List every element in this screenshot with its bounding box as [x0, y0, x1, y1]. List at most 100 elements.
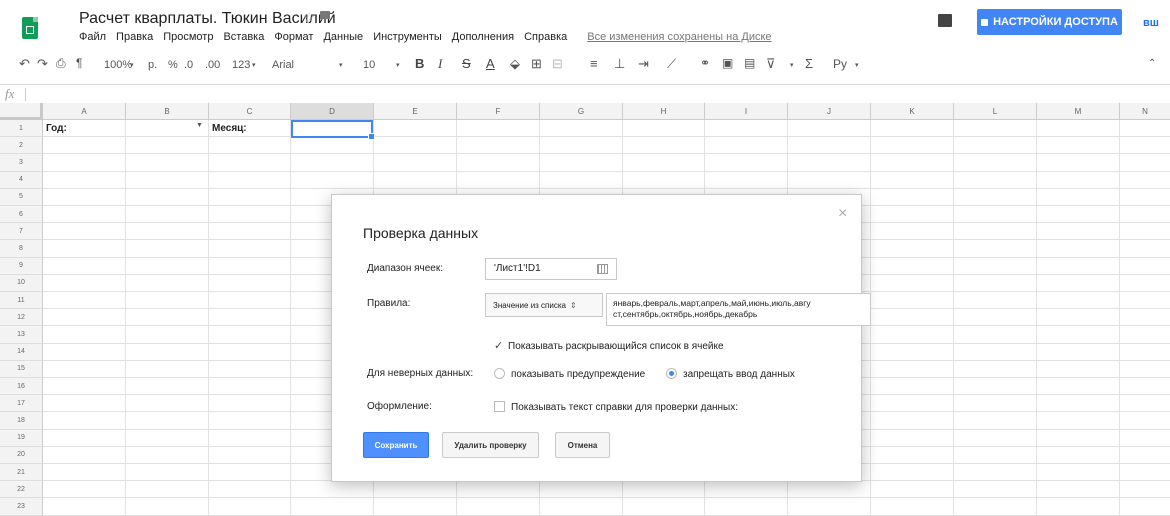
- cell-a1[interactable]: Год:: [46, 123, 67, 134]
- print-icon[interactable]: ⎙: [56, 56, 66, 71]
- text-rotation-icon[interactable]: ⟋: [667, 56, 676, 72]
- row-header[interactable]: 16: [0, 378, 43, 396]
- row-header[interactable]: 11: [0, 292, 43, 310]
- row-header[interactable]: 1: [0, 120, 43, 138]
- share-button[interactable]: НАСТРОЙКИ ДОСТУПА: [977, 9, 1122, 35]
- row-header[interactable]: 15: [0, 360, 43, 378]
- column-header-j[interactable]: J: [788, 103, 871, 120]
- collapse-toolbar-icon[interactable]: ⌃: [1148, 58, 1156, 69]
- percent-format-button[interactable]: %: [168, 59, 178, 71]
- zoom-select[interactable]: 100%: [104, 59, 132, 71]
- horizontal-align-icon[interactable]: ≡: [590, 56, 598, 71]
- select-range-grid-icon[interactable]: [597, 264, 608, 274]
- redo-icon[interactable]: ↷: [37, 56, 48, 72]
- column-header-c[interactable]: C: [209, 103, 291, 120]
- borders-icon[interactable]: ⊞: [531, 56, 542, 72]
- column-header-g[interactable]: G: [540, 103, 623, 120]
- functions-button[interactable]: Σ: [805, 56, 813, 71]
- cancel-button[interactable]: Отмена: [555, 432, 610, 458]
- show-dropdown-checkmark-icon[interactable]: ✓: [494, 339, 503, 352]
- cell-b1-chevron-down-icon[interactable]: ▼: [196, 122, 203, 129]
- menu-file[interactable]: Файл: [79, 31, 106, 45]
- insert-link-icon[interactable]: ⚭: [700, 56, 710, 70]
- document-title[interactable]: Расчет кварплаты. Тюкин Василий: [79, 10, 336, 28]
- comments-icon[interactable]: [938, 14, 952, 27]
- menu-edit[interactable]: Правка: [116, 31, 153, 45]
- star-icon[interactable]: ☆: [303, 9, 316, 26]
- bold-button[interactable]: B: [415, 56, 424, 71]
- row-header[interactable]: 7: [0, 223, 43, 241]
- column-header-m[interactable]: M: [1037, 103, 1120, 120]
- column-header-a[interactable]: A: [43, 103, 126, 120]
- text-wrap-icon[interactable]: ⇥: [638, 56, 649, 72]
- zoom-chevron-down-icon[interactable]: ▾: [130, 61, 134, 69]
- row-header[interactable]: 5: [0, 188, 43, 206]
- menu-help[interactable]: Справка: [524, 31, 567, 45]
- row-header[interactable]: 13: [0, 326, 43, 344]
- row-header[interactable]: 3: [0, 154, 43, 172]
- invalid-warn-radio[interactable]: [494, 368, 505, 379]
- more-formats-button[interactable]: 123: [232, 59, 250, 71]
- row-header[interactable]: 14: [0, 343, 43, 361]
- column-header-b[interactable]: B: [126, 103, 209, 120]
- column-header-d[interactable]: D: [291, 103, 374, 120]
- column-header-n[interactable]: N: [1120, 103, 1170, 120]
- text-color-button[interactable]: A: [486, 56, 495, 71]
- row-header[interactable]: 17: [0, 395, 43, 413]
- insert-chart-icon[interactable]: ▤: [744, 56, 755, 70]
- criteria-type-select[interactable]: Значение из списка ⇕: [485, 293, 603, 317]
- row-header[interactable]: 9: [0, 257, 43, 275]
- row-header[interactable]: 22: [0, 481, 43, 499]
- column-header-i[interactable]: I: [705, 103, 788, 120]
- column-header-h[interactable]: H: [623, 103, 705, 120]
- filter-icon[interactable]: ⊽: [766, 56, 776, 72]
- close-icon[interactable]: ×: [838, 205, 847, 223]
- save-button[interactable]: Сохранить: [363, 432, 429, 458]
- input-tools-chevron-down-icon[interactable]: ▾: [855, 61, 859, 69]
- menu-insert[interactable]: Вставка: [223, 31, 264, 45]
- font-chevron-down-icon[interactable]: ▾: [339, 61, 343, 69]
- italic-button[interactable]: I: [438, 56, 442, 72]
- menu-format[interactable]: Формат: [274, 31, 313, 45]
- undo-icon[interactable]: ↶: [19, 56, 30, 72]
- font-size-chevron-down-icon[interactable]: ▾: [396, 61, 400, 69]
- row-header[interactable]: 23: [0, 498, 43, 516]
- font-size-select[interactable]: 10: [363, 59, 375, 71]
- folder-icon[interactable]: [320, 11, 330, 19]
- menu-data[interactable]: Данные: [323, 31, 363, 45]
- range-input[interactable]: 'Лист1'!D1: [485, 258, 617, 280]
- merge-cells-icon[interactable]: ⊟: [552, 56, 563, 72]
- fill-color-icon[interactable]: ⬙: [510, 56, 520, 72]
- row-header[interactable]: 18: [0, 412, 43, 430]
- help-text-checkbox[interactable]: [494, 401, 505, 412]
- cell-c1[interactable]: Месяц:: [212, 123, 247, 134]
- list-items-textarea[interactable]: январь,февраль,март,апрель,май,июнь,июль…: [606, 293, 871, 326]
- row-header[interactable]: 8: [0, 240, 43, 258]
- font-family-select[interactable]: Arial: [272, 59, 294, 71]
- row-header[interactable]: 20: [0, 446, 43, 464]
- filter-chevron-down-icon[interactable]: ▾: [790, 61, 794, 69]
- paint-format-icon[interactable]: ¶: [76, 56, 82, 70]
- select-all-corner[interactable]: [0, 103, 43, 120]
- vertical-align-icon[interactable]: ⊥: [614, 56, 625, 72]
- decrease-decimals-button[interactable]: .0: [184, 59, 193, 71]
- column-header-l[interactable]: L: [954, 103, 1037, 120]
- strikethrough-button[interactable]: S: [462, 56, 471, 71]
- row-header[interactable]: 2: [0, 137, 43, 155]
- increase-decimals-button[interactable]: .00: [205, 59, 220, 71]
- menu-addons[interactable]: Дополнения: [452, 31, 514, 45]
- insert-comment-icon[interactable]: ▣: [722, 56, 733, 70]
- column-header-k[interactable]: K: [871, 103, 954, 120]
- account-avatar[interactable]: вш: [1143, 17, 1159, 29]
- column-header-f[interactable]: F: [457, 103, 540, 120]
- input-tools-button[interactable]: Ру: [833, 57, 847, 71]
- row-header[interactable]: 6: [0, 206, 43, 224]
- row-header[interactable]: 12: [0, 309, 43, 327]
- save-status-link[interactable]: Все изменения сохранены на Диске: [587, 31, 771, 45]
- row-header[interactable]: 4: [0, 171, 43, 189]
- row-header[interactable]: 10: [0, 274, 43, 292]
- selected-cell-d1[interactable]: [291, 120, 375, 140]
- column-header-e[interactable]: E: [374, 103, 457, 120]
- row-header[interactable]: 21: [0, 464, 43, 482]
- menu-tools[interactable]: Инструменты: [373, 31, 442, 45]
